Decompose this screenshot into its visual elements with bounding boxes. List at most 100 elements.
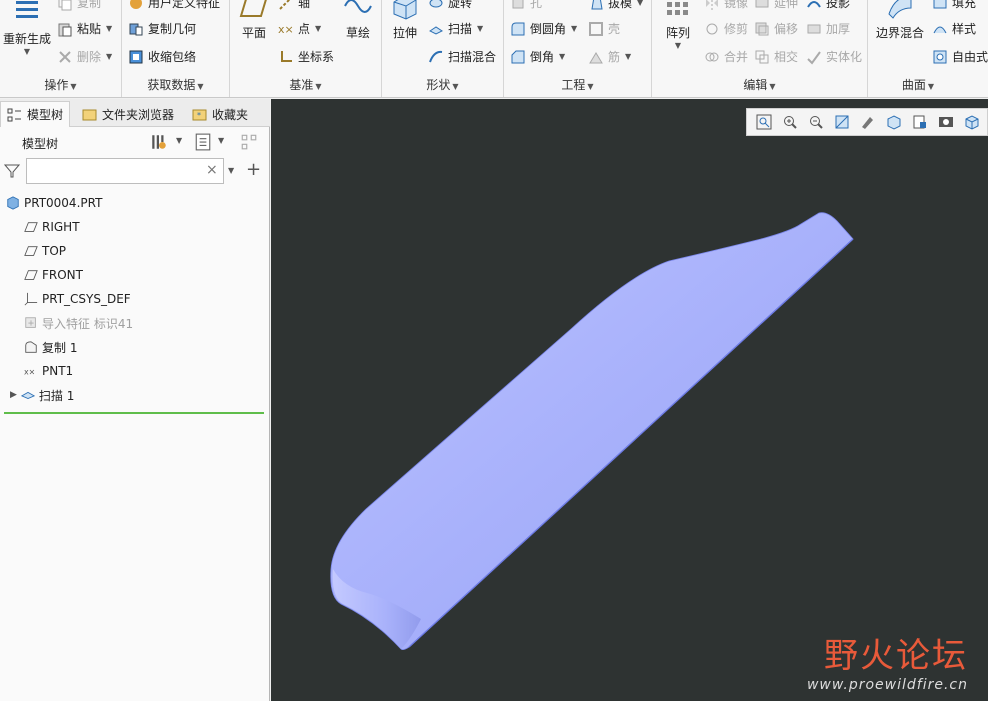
copy-geometry-icon (129, 23, 143, 35)
tree-header: 模型树 ▼ ▼ (0, 129, 270, 155)
merge-button[interactable]: 合并 (704, 48, 748, 65)
tree-item-part[interactable]: PRT0004.PRT (0, 191, 270, 215)
datum-plane-icon (24, 246, 38, 256)
tree-item-front[interactable]: FRONT (0, 263, 270, 287)
freestyle-button[interactable]: 自由式 (932, 48, 988, 65)
group-label-engineering[interactable]: 工程 ▼ (504, 76, 651, 93)
ribbon: 重新生成 ▼ 复制 粘贴 ▼ 删除 ▼ 操作 ▼ 用户定义特征 复制几何 收缩包络 (0, 0, 988, 98)
chevron-down-icon: ▼ (571, 24, 578, 33)
tree-item-top[interactable]: TOP (0, 239, 270, 263)
tree-item-pnt1[interactable]: x× PNT1 (0, 359, 270, 383)
graphics-window[interactable]: 野火论坛 www.proewildfire.cn (271, 99, 988, 701)
paste-button[interactable]: 粘贴 ▼ (57, 20, 112, 37)
rib-icon (589, 51, 603, 63)
copy-surface-icon (25, 341, 37, 353)
draft-button[interactable]: 拔模 ▼ (588, 0, 643, 11)
insert-indicator[interactable] (4, 412, 264, 414)
udf-button[interactable]: 用户定义特征 (128, 0, 220, 11)
fill-button[interactable]: 填充 (932, 0, 976, 11)
sweep-model[interactable] (271, 99, 988, 701)
add-filter-icon[interactable]: + (246, 159, 261, 180)
fill-icon (933, 0, 947, 8)
chevron-down-icon: ▼ (106, 24, 113, 33)
plane-button[interactable]: 平面 (236, 0, 272, 41)
tree-filter: × ▼ + (4, 157, 268, 185)
style-button[interactable]: 样式 (932, 20, 976, 37)
group-label-surfaces[interactable]: 曲面 ▼ (868, 76, 968, 93)
thicken-icon (807, 24, 821, 33)
extrude-button[interactable]: 拉伸 (386, 0, 424, 41)
copy-button[interactable]: 复制 (57, 0, 101, 11)
plane-icon (239, 0, 267, 17)
group-label-datum[interactable]: 基准 ▼ (230, 76, 381, 93)
chamfer-button[interactable]: 倒角 ▼ (510, 48, 565, 65)
point-button[interactable]: x× 点 ▼ (278, 20, 321, 37)
revolve-button[interactable]: 旋转 (428, 0, 472, 11)
solidify-button[interactable]: 实体化 (806, 48, 862, 65)
tree-item-copy[interactable]: 复制 1 (0, 335, 270, 359)
ribbon-group-editing: 阵列 ▼ 镜像 修剪 合并 延伸 偏移 相交 投影 加厚 实体化 编辑 ▼ (652, 0, 868, 97)
tree-item-import-feature[interactable]: 导入特征 标识41 (0, 311, 270, 335)
tree-item-sweep[interactable]: ▶ 扫描 1 (0, 383, 270, 407)
thicken-button[interactable]: 加厚 (806, 20, 850, 37)
ribbon-group-engineering: 孔 倒圆角 ▼ 倒角 ▼ 拔模 ▼ 壳 筋 ▼ 工程 ▼ (504, 0, 652, 97)
sketch-button[interactable]: 草绘 (340, 0, 376, 41)
sweep-surface[interactable] (330, 212, 854, 651)
group-label-shapes[interactable]: 形状 ▼ (382, 76, 503, 93)
axis-button[interactable]: 轴 (278, 0, 310, 11)
chevron-down-icon: ▼ (477, 24, 484, 33)
pattern-icon (667, 2, 688, 15)
chevron-down-icon[interactable]: ▼ (176, 136, 182, 145)
filter-icon[interactable] (4, 163, 20, 179)
model-tree: PRT0004.PRT RIGHT TOP FRONT PRT_CSYS_DEF… (0, 191, 270, 407)
tab-folder-browser[interactable]: 文件夹浏览器 (76, 101, 180, 127)
chevron-down-icon: ▼ (106, 52, 113, 61)
settings-icon[interactable] (150, 133, 168, 151)
search-input[interactable] (26, 158, 224, 184)
chevron-down-icon[interactable]: ▼ (218, 136, 224, 145)
chevron-down-icon[interactable]: ▼ (228, 166, 234, 175)
model-tree-icon (7, 108, 21, 121)
swept-blend-button[interactable]: 扫描混合 (428, 48, 496, 65)
tree-item-csys[interactable]: PRT_CSYS_DEF (0, 287, 270, 311)
tree-item-right[interactable]: RIGHT (0, 215, 270, 239)
hole-button[interactable]: 孔 (510, 0, 542, 11)
chevron-down-icon: ▼ (637, 0, 644, 7)
trim-button[interactable]: 修剪 (704, 20, 748, 37)
hole-icon (512, 0, 524, 8)
favorites-icon: * (192, 109, 207, 121)
project-button[interactable]: 投影 (806, 0, 850, 11)
round-button[interactable]: 倒圆角 ▼ (510, 20, 577, 37)
copy-geometry-button[interactable]: 复制几何 (128, 20, 196, 37)
chevron-down-icon: ▼ (625, 52, 632, 61)
ribbon-group-datum: 平面 轴 x× 点 ▼ 坐标系 草绘 基准 ▼ (230, 0, 382, 97)
group-label-operations[interactable]: 操作 ▼ (0, 76, 121, 93)
show-icon[interactable] (194, 133, 212, 151)
group-label-get-data[interactable]: 获取数据 ▼ (122, 76, 229, 93)
csys-button[interactable]: 坐标系 (278, 48, 334, 65)
intersect-button[interactable]: 相交 (754, 48, 798, 65)
tree-columns-icon[interactable] (240, 133, 258, 151)
watermark-title: 野火论坛 (824, 636, 968, 676)
datum-plane-icon (24, 222, 38, 232)
regenerate-button[interactable]: 重新生成 ▼ (2, 0, 52, 56)
tab-favorites[interactable]: * 收藏夹 (186, 101, 254, 127)
rib-button[interactable]: 筋 ▼ (588, 48, 631, 65)
chevron-down-icon: ▼ (315, 24, 322, 33)
freestyle-icon (933, 50, 947, 63)
group-label-editing[interactable]: 编辑 ▼ (652, 76, 867, 93)
delete-button[interactable]: 删除 ▼ (57, 48, 112, 65)
shell-button[interactable]: 壳 (588, 20, 620, 37)
draft-icon (591, 0, 603, 9)
shrinkwrap-button[interactable]: 收缩包络 (128, 48, 196, 65)
mirror-button[interactable]: 镜像 (704, 0, 748, 11)
extend-button[interactable]: 延伸 (754, 0, 798, 11)
boundary-blend-button[interactable]: 边界混合 (874, 0, 926, 41)
merge-icon (705, 52, 719, 61)
pattern-button[interactable]: 阵列 ▼ (658, 0, 698, 50)
tab-model-tree[interactable]: 模型树 (0, 101, 71, 127)
expand-arrow-icon[interactable]: ▶ (10, 390, 17, 400)
sweep-button[interactable]: 扫描 ▼ (428, 20, 483, 37)
clear-search-icon[interactable]: × (206, 162, 218, 178)
offset-button[interactable]: 偏移 (754, 20, 798, 37)
